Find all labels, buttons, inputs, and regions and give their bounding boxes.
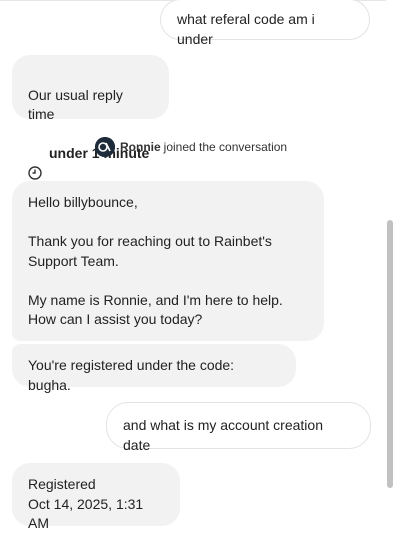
clock-icon bbox=[28, 147, 42, 180]
agent-message: Registered Oct 14, 2025, 1:31 AM bbox=[12, 463, 180, 531]
chat-window: what referal code am i under Our usual r… bbox=[0, 0, 400, 541]
agent-message: You're registered under the code: bugha. bbox=[12, 344, 296, 393]
agent-name: Ronnie bbox=[120, 140, 161, 154]
join-text: joined the conversation bbox=[163, 140, 288, 154]
user-message: what referal code am i under bbox=[160, 0, 370, 47]
scrollbar-thumb[interactable] bbox=[387, 220, 393, 488]
reply-time-title: Our usual reply time bbox=[28, 86, 123, 123]
agent-message: Hello billybounce, Thank you for reachin… bbox=[12, 181, 324, 341]
user-message: and what is my account creation date bbox=[106, 402, 371, 453]
join-notice: Ronnie joined the conversation bbox=[95, 137, 287, 157]
reply-time-card: Our usual reply time under 1 minute bbox=[12, 55, 169, 180]
agent-avatar bbox=[95, 137, 115, 157]
